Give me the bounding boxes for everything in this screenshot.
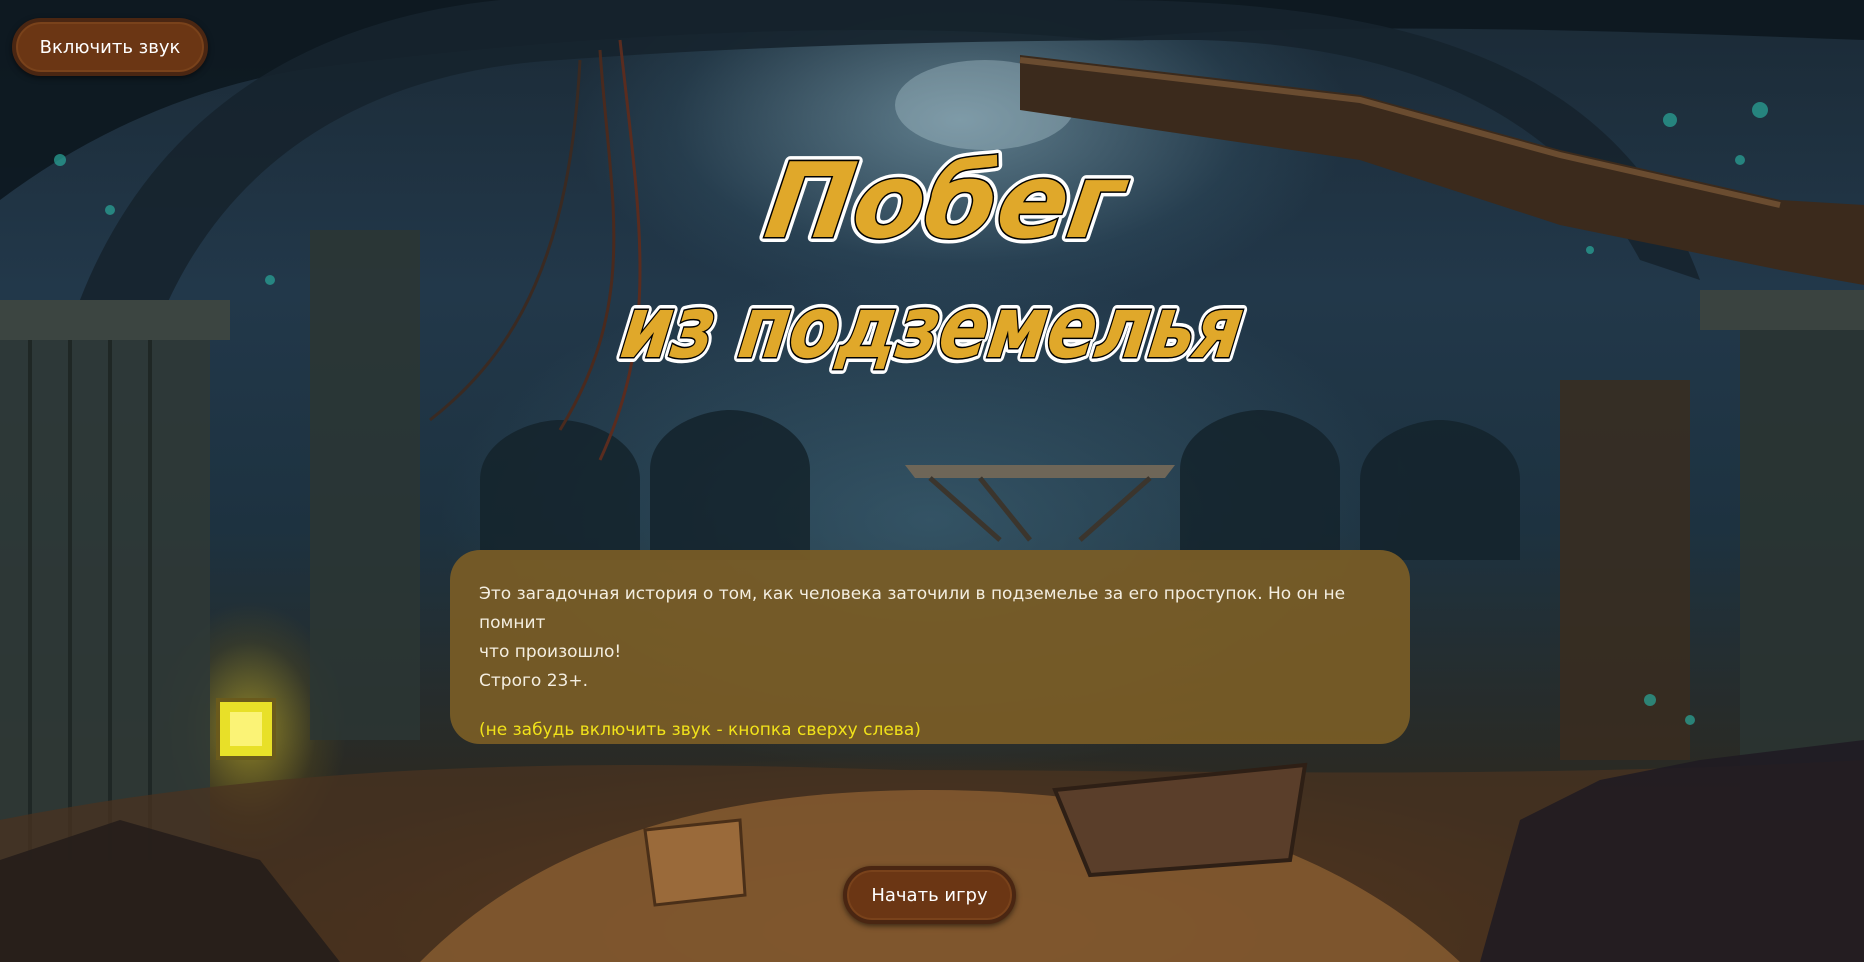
start-game-button[interactable]: Начать игру bbox=[843, 866, 1016, 924]
age-rating-text: Строго 23+. bbox=[479, 671, 588, 691]
game-start-screen: Включить звук Побег Побег из подземелья … bbox=[0, 0, 1864, 962]
story-text-line1: Это загадочная история о том, как челове… bbox=[479, 584, 1346, 633]
story-description-panel: Это загадочная история о том, как челове… bbox=[450, 550, 1410, 744]
sound-hint-text: (не забудь включить звук - кнопка сверху… bbox=[479, 720, 921, 740]
logo-title-line2: из подземелья bbox=[615, 278, 1249, 378]
story-text-line2: что произошло! bbox=[479, 642, 622, 662]
enable-sound-button[interactable]: Включить звук bbox=[12, 18, 208, 76]
game-logo: Побег Побег из подземелья из подземелья bbox=[610, 135, 1254, 382]
logo-title-line1: Побег bbox=[759, 140, 1135, 261]
